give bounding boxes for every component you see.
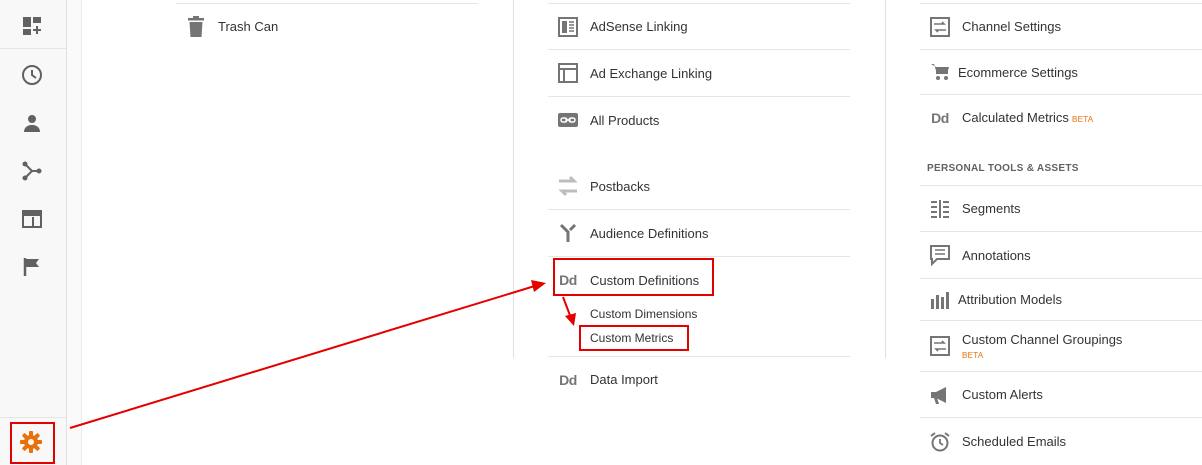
audience-icon [556, 221, 580, 245]
sidebar-divider [0, 48, 66, 49]
custom-definitions-highlight [553, 258, 714, 296]
menu-item-ad-exchange-linking[interactable]: Ad Exchange Linking [548, 50, 850, 97]
menu-item-attribution-models[interactable]: Attribution Models [920, 279, 1202, 321]
submenu-item-custom-dimensions[interactable]: Custom Dimensions [590, 307, 697, 321]
channel-icon [928, 334, 952, 358]
person-icon[interactable] [20, 111, 44, 135]
menu-item-postbacks[interactable]: Postbacks [548, 163, 850, 210]
menu-item-all-products[interactable]: All Products [548, 97, 850, 143]
menu-item-adsense-linking[interactable]: AdSense Linking [548, 3, 850, 50]
alarm-icon [928, 430, 952, 454]
menu-item-calculated-metrics[interactable]: Dd Calculated Metrics BETA [920, 95, 1202, 140]
menu-item-label: Annotations [962, 247, 1031, 263]
trash-icon [184, 15, 208, 39]
menu-item-audience-definitions[interactable]: Audience Definitions [548, 210, 850, 257]
admin-gear-highlight [10, 422, 55, 464]
menu-item-label: Ad Exchange Linking [590, 65, 713, 81]
column-separator [513, 0, 514, 358]
cart-icon [928, 60, 952, 84]
menu-item-label: Custom Alerts [962, 387, 1043, 402]
menu-item-label: Ecommerce Settings [958, 64, 1078, 80]
menu-item-custom-alerts[interactable]: Custom Alerts [920, 372, 1202, 418]
channel-icon [928, 15, 952, 39]
adsense-icon [556, 15, 580, 39]
custom-metrics-highlight [579, 325, 689, 351]
menu-item-label: Audience Definitions [590, 225, 709, 241]
flag-icon[interactable] [20, 255, 44, 279]
acquisition-icon[interactable] [20, 159, 44, 183]
menu-item-label: Channel Settings [962, 19, 1062, 34]
content-gutter [67, 0, 82, 465]
menu-item-segments[interactable]: Segments [920, 185, 1202, 232]
postbacks-icon [556, 174, 580, 198]
dd-icon: Dd [931, 109, 949, 126]
beta-badge: BETA [962, 351, 984, 360]
menu-item-ecommerce-settings[interactable]: Ecommerce Settings [920, 50, 1202, 95]
menu-item-custom-channel-groupings[interactable]: Custom Channel Groupings BETA [920, 321, 1202, 372]
menu-item-label: Segments [962, 201, 1021, 216]
menu-item-label: AdSense Linking [590, 19, 688, 34]
arrowhead [531, 280, 546, 292]
arrow-gear-to-custom-definitions [69, 284, 539, 429]
ad-exchange-icon [556, 61, 580, 85]
menu-item-label: Scheduled Emails [962, 434, 1067, 449]
annotations-icon [928, 243, 952, 267]
attribution-icon [928, 288, 952, 312]
behavior-icon[interactable] [20, 207, 44, 231]
left-nav-sidebar [0, 0, 67, 465]
link-icon [556, 108, 580, 132]
menu-item-annotations[interactable]: Annotations [920, 232, 1202, 279]
menu-item-label: Postbacks [590, 178, 650, 194]
customize-dashboard-icon[interactable] [20, 14, 44, 38]
menu-item-label: All Products [590, 112, 660, 128]
menu-item-data-import[interactable]: Dd Data Import [548, 356, 850, 402]
arrowhead [565, 313, 576, 326]
menu-item-trash-can[interactable]: Trash Can [176, 3, 478, 49]
menu-item-label: Attribution Models [958, 292, 1063, 307]
megaphone-icon [928, 383, 952, 407]
clock-icon[interactable] [20, 63, 44, 87]
menu-item-channel-settings[interactable]: Channel Settings [920, 3, 1202, 50]
dd-icon: Dd [559, 371, 577, 388]
menu-item-label: Trash Can [218, 19, 279, 34]
menu-item-label: Custom Channel Groupings BETA [962, 332, 1123, 360]
column-separator [885, 0, 886, 358]
section-title-personal-tools: PERSONAL TOOLS & ASSETS [927, 163, 1079, 174]
menu-item-label: Calculated Metrics BETA [962, 110, 1094, 125]
segments-icon [928, 197, 952, 221]
menu-item-label: Data Import [590, 372, 658, 387]
beta-badge: BETA [1071, 115, 1094, 124]
sidebar-divider [0, 417, 66, 418]
menu-item-scheduled-emails[interactable]: Scheduled Emails [920, 418, 1202, 465]
